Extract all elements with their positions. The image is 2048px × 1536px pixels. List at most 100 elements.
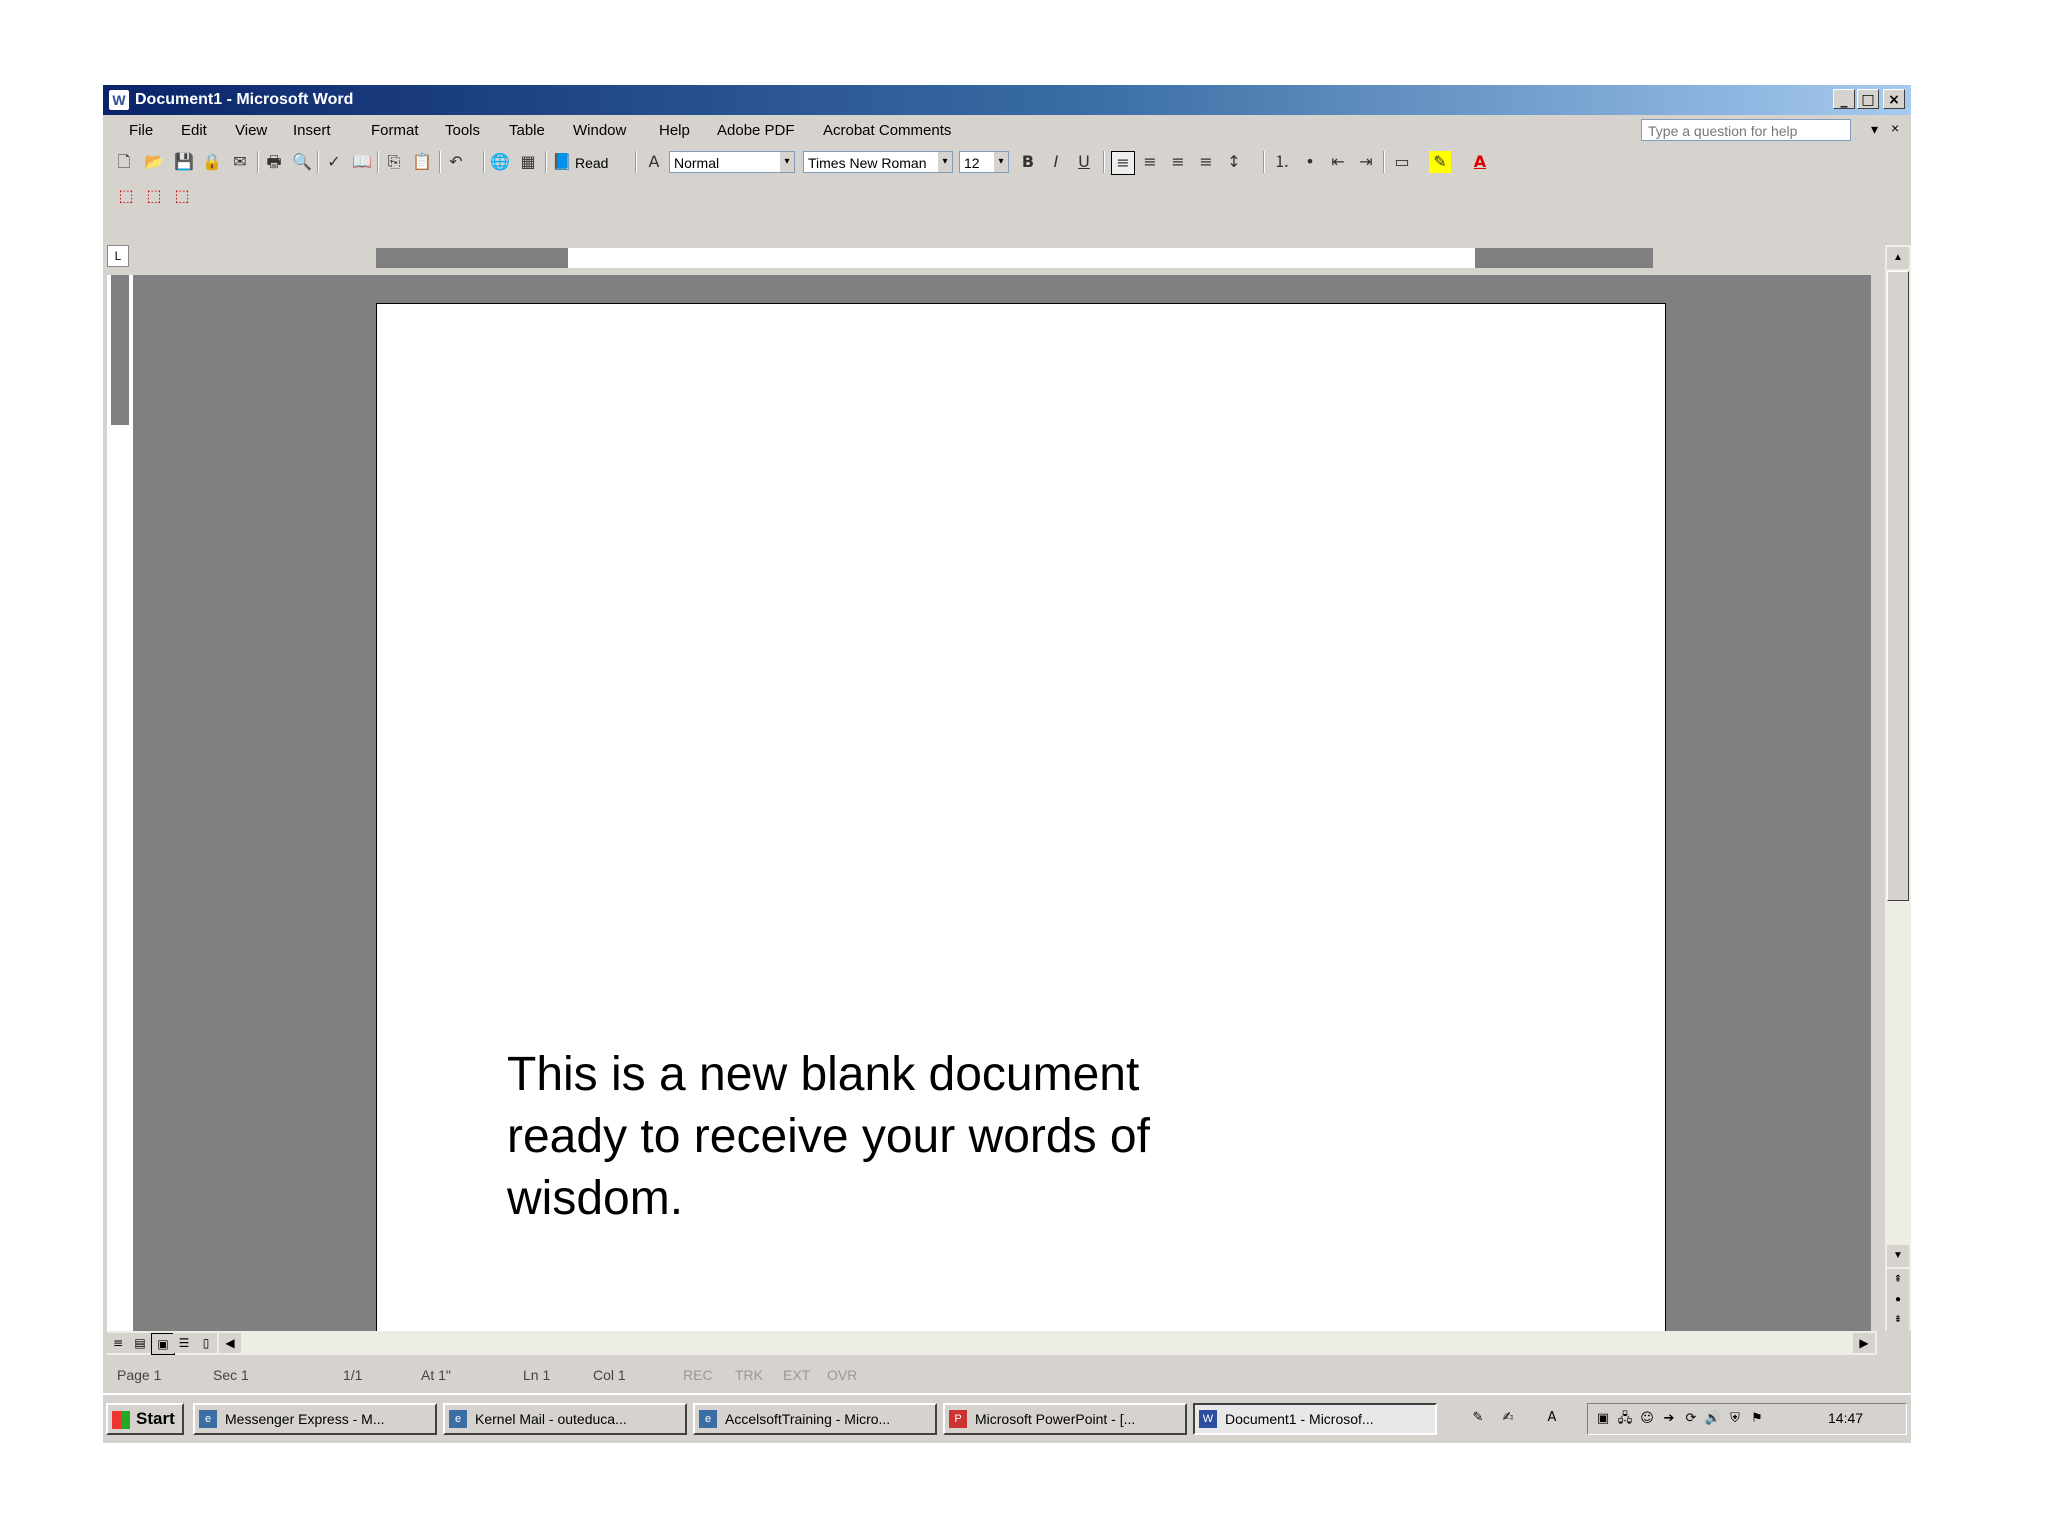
line-spacing-icon[interactable]: ↕ [1223, 151, 1245, 173]
task-word-document[interactable]: W Document1 - Microsof... [1193, 1403, 1437, 1435]
word-app-icon[interactable]: W [109, 90, 129, 110]
menu-insert[interactable]: Insert [293, 122, 331, 139]
horizontal-scrollbar[interactable]: ≡ ▤ ▣ ☰ ▯ ◀ ▶ [107, 1331, 1877, 1355]
style-dropdown-icon[interactable]: ▾ [780, 152, 794, 172]
bullets-icon[interactable]: • [1299, 151, 1321, 173]
vertical-scroll-thumb[interactable] [1887, 271, 1909, 901]
tray-arrow-icon[interactable]: ➔ [1660, 1410, 1678, 1428]
print-preview-icon[interactable]: 🔍 [291, 151, 313, 173]
handwriting-icon[interactable]: ✍ [1499, 1409, 1517, 1427]
title-bar[interactable]: W Document1 - Microsoft Word _ □ × [103, 85, 1911, 115]
tray-app-icon[interactable]: ▣ [1594, 1410, 1612, 1428]
scroll-right-icon[interactable]: ▶ [1853, 1333, 1875, 1353]
font-size-combo[interactable]: 12 ▾ [959, 151, 1009, 173]
save-icon[interactable]: 💾 [173, 151, 195, 173]
task-kernel-mail[interactable]: e Kernel Mail - outeduca... [443, 1403, 687, 1435]
tray-messenger-icon[interactable]: ☺ [1638, 1410, 1656, 1428]
style-combo[interactable]: Normal ▾ [669, 151, 795, 173]
ask-dropdown-arrow-icon[interactable]: ▾ [1871, 121, 1878, 138]
menu-adobe-pdf[interactable]: Adobe PDF [717, 122, 795, 139]
tray-security-icon[interactable]: ⚑ [1748, 1410, 1766, 1428]
task-messenger-express[interactable]: e Messenger Express - M... [193, 1403, 437, 1435]
tab-selector[interactable]: L [107, 245, 129, 267]
undo-icon[interactable]: ↶ [445, 151, 467, 173]
menu-window[interactable]: Window [573, 122, 626, 139]
tray-volume-icon[interactable]: 🔊 [1704, 1410, 1722, 1428]
vertical-scrollbar[interactable]: ▲ ▼ ⇞ ● ⇟ [1885, 245, 1911, 1331]
copy-icon[interactable]: ⎘ [383, 151, 405, 173]
font-combo[interactable]: Times New Roman ▾ [803, 151, 953, 173]
decrease-indent-icon[interactable]: ⇤ [1327, 151, 1349, 173]
vertical-ruler[interactable] [107, 275, 134, 1331]
permission-icon[interactable]: 🔒 [201, 151, 223, 173]
web-layout-icon[interactable]: ▤ [129, 1333, 151, 1353]
start-button[interactable]: Start [106, 1403, 184, 1435]
outline-view-icon[interactable]: ☰ [173, 1333, 195, 1353]
new-document-icon[interactable]: 🗋 [113, 151, 135, 173]
convert-email-pdf-icon[interactable]: ⬚ [143, 185, 165, 207]
document-page[interactable]: This is a new blank document ready to re… [376, 303, 1666, 1341]
email-icon[interactable]: ✉ [229, 151, 251, 173]
font-size-dropdown-icon[interactable]: ▾ [994, 152, 1008, 172]
italic-button[interactable]: I [1045, 151, 1067, 173]
read-icon[interactable]: 📘 [551, 151, 573, 173]
numbering-icon[interactable]: ⒈ [1271, 151, 1293, 173]
highlight-icon[interactable]: ✎ [1429, 151, 1451, 173]
menu-help[interactable]: Help [659, 122, 690, 139]
bold-button[interactable]: B [1017, 151, 1039, 173]
align-center-icon[interactable]: ≡ [1139, 151, 1161, 173]
increase-indent-icon[interactable]: ⇥ [1355, 151, 1377, 173]
reading-layout-icon[interactable]: ▯ [195, 1333, 217, 1353]
borders-icon[interactable]: ▭ [1391, 151, 1413, 173]
menu-view[interactable]: View [235, 122, 267, 139]
hyperlink-icon[interactable]: 🌐 [489, 151, 511, 173]
menu-format[interactable]: Format [371, 122, 419, 139]
menu-file[interactable]: File [129, 122, 153, 139]
next-page-icon[interactable]: ⇟ [1887, 1309, 1909, 1331]
select-browse-object-icon[interactable]: ● [1887, 1289, 1909, 1311]
task-powerpoint[interactable]: P Microsoft PowerPoint - [... [943, 1403, 1187, 1435]
scroll-down-icon[interactable]: ▼ [1887, 1245, 1909, 1267]
font-color-button[interactable]: A [1469, 151, 1491, 173]
menu-acrobat-comments[interactable]: Acrobat Comments [823, 122, 951, 139]
font-dropdown-icon[interactable]: ▾ [938, 152, 952, 172]
tray-network-icon[interactable]: 🖧 [1616, 1410, 1634, 1428]
status-rec[interactable]: REC [683, 1367, 713, 1383]
underline-button[interactable]: U [1073, 151, 1095, 173]
document-close-icon[interactable]: × [1891, 120, 1899, 136]
menu-edit[interactable]: Edit [181, 122, 207, 139]
align-left-icon[interactable]: ≡ [1111, 151, 1135, 175]
ask-question-input[interactable]: Type a question for help [1641, 119, 1851, 141]
language-bar-icon[interactable]: A [1543, 1409, 1561, 1427]
read-button[interactable]: Read [575, 155, 608, 171]
maximize-button[interactable]: □ [1857, 89, 1879, 109]
status-trk[interactable]: TRK [735, 1367, 763, 1383]
horizontal-ruler[interactable] [376, 248, 1653, 268]
spelling-icon[interactable]: ✓ [323, 151, 345, 173]
task-accelsoft-training[interactable]: e AccelsoftTraining - Micro... [693, 1403, 937, 1435]
status-ovr[interactable]: OVR [827, 1367, 857, 1383]
menu-table[interactable]: Table [509, 122, 545, 139]
convert-to-pdf-icon[interactable]: ⬚ [115, 185, 137, 207]
research-icon[interactable]: 📖 [351, 151, 373, 173]
paste-icon[interactable]: 📋 [411, 151, 433, 173]
print-layout-icon[interactable]: ▣ [151, 1333, 175, 1355]
scroll-up-icon[interactable]: ▲ [1887, 247, 1909, 269]
table-icon[interactable]: ▦ [517, 151, 539, 173]
tray-update-icon[interactable]: ⟳ [1682, 1410, 1700, 1428]
previous-page-icon[interactable]: ⇞ [1887, 1269, 1909, 1291]
menu-tools[interactable]: Tools [445, 122, 480, 139]
pen-icon[interactable]: ✎ [1469, 1409, 1487, 1427]
clock[interactable]: 14:47 [1828, 1410, 1863, 1426]
styles-pane-icon[interactable]: A [643, 151, 665, 173]
print-icon[interactable]: 🖶 [263, 151, 285, 173]
justify-icon[interactable]: ≡ [1195, 151, 1217, 173]
align-right-icon[interactable]: ≡ [1167, 151, 1189, 173]
convert-review-pdf-icon[interactable]: ⬚ [171, 185, 193, 207]
tray-shield-icon[interactable]: ⛨ [1726, 1410, 1744, 1428]
document-body-text[interactable]: This is a new blank document ready to re… [507, 1044, 1267, 1230]
minimize-button[interactable]: _ [1833, 89, 1855, 109]
scroll-left-icon[interactable]: ◀ [219, 1333, 241, 1353]
close-button[interactable]: × [1883, 89, 1905, 109]
open-folder-icon[interactable]: 📂 [143, 151, 165, 173]
